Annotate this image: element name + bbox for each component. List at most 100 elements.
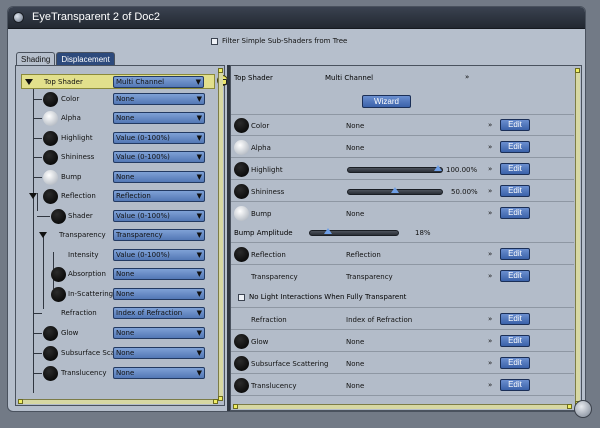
subsurface-swatch-icon [43, 346, 58, 361]
shader-dropdown[interactable]: Value (0-100%) ▼ [113, 132, 205, 144]
scroll-handle[interactable] [218, 68, 223, 73]
edit-button[interactable]: Edit [500, 270, 530, 282]
tree-horizontal-scrollbar[interactable] [18, 399, 218, 404]
tree-item-glow[interactable]: Glow None ▼ [16, 324, 215, 343]
tree-item-shininess[interactable]: Shininess Value (0-100%) ▼ [16, 148, 215, 167]
edit-button[interactable]: Edit [500, 141, 530, 153]
edit-button[interactable]: Edit [500, 379, 530, 391]
chevron-down-icon[interactable]: » [488, 272, 492, 280]
highlight-slider[interactable] [347, 165, 443, 173]
shader-dropdown[interactable]: None ▼ [113, 327, 205, 339]
tab-displacement[interactable]: Displacement [56, 52, 115, 66]
slider-thumb[interactable] [391, 187, 399, 193]
tree-item-refraction[interactable]: Refraction Index of Refraction ▼ [16, 304, 215, 323]
edit-button[interactable]: Edit [500, 207, 530, 219]
scroll-handle[interactable] [567, 404, 572, 409]
tree-item-subsurface[interactable]: Subsurface Scat None ▼ [16, 344, 215, 363]
color-swatch-icon[interactable] [234, 118, 249, 133]
shader-dropdown[interactable]: Index of Refraction ▼ [113, 307, 205, 319]
top-shader-dropdown[interactable]: Multi Channel ▼ [113, 76, 204, 88]
chevron-down-icon[interactable]: » [488, 187, 492, 195]
no-light-interactions-checkbox[interactable]: No Light Interactions When Fully Transpa… [238, 293, 406, 301]
shader-dropdown[interactable]: None ▼ [113, 268, 205, 280]
chevron-down-icon[interactable]: » [488, 143, 492, 151]
expand-triangle-icon[interactable] [39, 232, 47, 238]
tab-shading[interactable]: Shading [16, 52, 56, 66]
dropdown-value: Multi Channel [116, 78, 165, 86]
top-shader-value[interactable]: Multi Channel [325, 74, 373, 82]
scroll-handle[interactable] [218, 396, 223, 401]
chevron-down-icon[interactable]: » [488, 165, 492, 173]
checkbox-label: No Light Interactions When Fully Transpa… [249, 293, 407, 301]
edit-button[interactable]: Edit [500, 335, 530, 347]
dropdown-value: None [116, 349, 135, 357]
subsurface-swatch-icon[interactable] [234, 356, 249, 371]
tree-item-label: Transparency [59, 231, 106, 239]
tree-item-transparency[interactable]: Transparency Transparency ▼ [16, 226, 215, 245]
tree-top-shader[interactable]: Top Shader Multi Channel ▼ [21, 74, 215, 89]
slider-thumb[interactable] [324, 228, 332, 234]
expand-triangle-icon[interactable] [29, 193, 37, 199]
shader-dropdown[interactable]: None ▼ [113, 367, 205, 379]
shader-dropdown[interactable]: None ▼ [113, 112, 205, 124]
edit-button[interactable]: Edit [500, 163, 530, 175]
chevron-down-icon[interactable]: » [488, 121, 492, 129]
wizard-button[interactable]: Wizard [362, 95, 411, 108]
chevron-down-icon[interactable]: » [488, 209, 492, 217]
alpha-swatch-icon[interactable] [234, 140, 249, 155]
shader-dropdown[interactable]: Reflection ▼ [113, 190, 205, 202]
tree-item-reflection-shader[interactable]: Shader Value (0-100%) ▼ [16, 207, 215, 226]
chevron-down-icon[interactable]: » [488, 381, 492, 389]
shader-dropdown[interactable]: Value (0-100%) ▼ [113, 210, 205, 222]
chevron-down-icon[interactable]: » [488, 250, 492, 258]
tree-item-alpha[interactable]: Alpha None ▼ [16, 109, 215, 128]
shader-dropdown[interactable]: Transparency ▼ [113, 229, 205, 241]
tree-item-intensity[interactable]: Intensity Value (0-100%) ▼ [16, 246, 215, 265]
bump-amplitude-slider[interactable] [309, 228, 399, 236]
slider-thumb[interactable] [434, 165, 442, 171]
chevron-down-icon[interactable]: » [465, 73, 469, 81]
resize-grip-icon[interactable] [574, 400, 592, 418]
filter-sub-shaders-checkbox[interactable]: Filter Simple Sub-Shaders from Tree [211, 35, 347, 47]
shader-dropdown[interactable]: None ▼ [113, 93, 205, 105]
scroll-handle[interactable] [575, 68, 580, 73]
translucency-swatch-icon[interactable] [234, 378, 249, 393]
tree-item-bump[interactable]: Bump None ▼ [16, 168, 215, 187]
tree-item-translucency[interactable]: Translucency None ▼ [16, 364, 215, 383]
edit-button[interactable]: Edit [500, 313, 530, 325]
shader-dropdown[interactable]: Value (0-100%) ▼ [113, 151, 205, 163]
checkbox-icon[interactable] [211, 37, 218, 45]
shader-dropdown[interactable]: None ▼ [113, 347, 205, 359]
tree-item-reflection[interactable]: Reflection Reflection ▼ [16, 187, 215, 206]
checkbox-icon[interactable] [238, 293, 245, 301]
chevron-down-icon[interactable]: » [488, 337, 492, 345]
glow-swatch-icon[interactable] [234, 334, 249, 349]
scroll-handle[interactable] [213, 399, 218, 404]
window-menu-icon[interactable] [13, 12, 24, 23]
channel-vertical-scrollbar[interactable] [575, 68, 580, 406]
tree-item-in-scattering[interactable]: In-Scattering None ▼ [16, 285, 215, 304]
expand-triangle-icon[interactable] [25, 79, 33, 85]
scroll-handle[interactable] [233, 404, 238, 409]
tree-item-highlight[interactable]: Highlight Value (0-100%) ▼ [16, 129, 215, 148]
channel-horizontal-scrollbar[interactable] [233, 404, 572, 409]
edit-button[interactable]: Edit [500, 357, 530, 369]
title-bar[interactable]: EyeTransparent 2 of Doc2 [8, 7, 585, 29]
tree-item-color[interactable]: Color None ▼ [16, 90, 215, 109]
tree-item-absorption[interactable]: Absorption None ▼ [16, 265, 215, 284]
edit-button[interactable]: Edit [500, 119, 530, 131]
shader-dropdown[interactable]: None ▼ [113, 288, 205, 300]
shininess-slider[interactable] [347, 187, 443, 195]
tree-vertical-scrollbar[interactable] [218, 68, 223, 401]
chevron-down-icon[interactable]: » [488, 359, 492, 367]
shader-dropdown[interactable]: Value (0-100%) ▼ [113, 249, 205, 261]
shader-dropdown[interactable]: None ▼ [113, 171, 205, 183]
reflection-swatch-icon[interactable] [234, 247, 249, 262]
edit-button[interactable]: Edit [500, 185, 530, 197]
shininess-swatch-icon[interactable] [234, 184, 249, 199]
bump-swatch-icon[interactable] [234, 206, 249, 221]
highlight-swatch-icon[interactable] [234, 162, 249, 177]
scroll-handle[interactable] [18, 399, 23, 404]
edit-button[interactable]: Edit [500, 248, 530, 260]
chevron-down-icon[interactable]: » [488, 315, 492, 323]
